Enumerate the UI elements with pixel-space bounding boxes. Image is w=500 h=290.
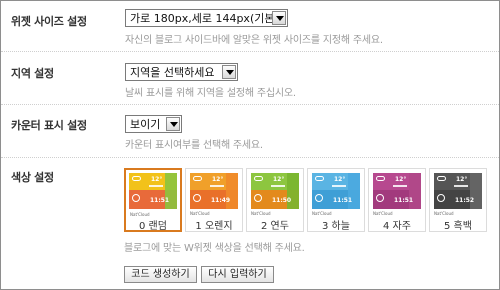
preview-line — [210, 185, 224, 187]
region-row: 지역 설정 지역을 선택하세요 날씨 표시를 위해 지역을 설정해 주십시오. — [1, 52, 499, 105]
preview-temperature: 12° — [456, 176, 468, 183]
region-help: 날씨 표시를 위해 지역을 설정해 주십시오. — [125, 88, 296, 99]
cloud-icon — [376, 176, 385, 181]
preview-line — [332, 185, 346, 187]
color-theme-option[interactable]: 12° 11:49 Nat'Cloud 1 오렌지 — [185, 168, 243, 232]
preview-temperature: 12° — [151, 176, 163, 183]
color-theme-label: 2 연두 — [261, 221, 289, 232]
widget-preview-thumbnail: 12° 11:51 — [129, 173, 177, 209]
clock-icon — [193, 194, 201, 202]
preview-brand: Nat'Cloud — [373, 211, 393, 216]
color-theme-option[interactable]: 12° 11:50 Nat'Cloud 2 연두 — [246, 168, 304, 232]
widget-preview-thumbnail: 12° 11:51 — [373, 173, 421, 209]
region-label: 지역 설정 — [11, 67, 54, 80]
preview-time: 11:49 — [211, 197, 231, 204]
cloud-icon — [132, 176, 141, 181]
widget-preview-thumbnail: 12° 11:51 — [312, 173, 360, 209]
preview-line — [149, 185, 163, 187]
preview-line — [393, 185, 407, 187]
preview-time: 11:50 — [272, 197, 292, 204]
clock-icon — [315, 194, 323, 202]
preview-temperature: 12° — [212, 176, 224, 183]
color-theme-option[interactable]: 12° 11:52 Nat'Cloud 5 흑백 — [429, 168, 487, 232]
cloud-icon — [193, 176, 202, 181]
region-select[interactable]: 지역을 선택하세요 — [125, 63, 238, 81]
widget-preview-thumbnail: 12° 11:49 — [190, 173, 238, 209]
widget-size-select-value: 가로 180px,세로 144px(기본) — [130, 12, 279, 25]
preview-time: 11:52 — [455, 197, 475, 204]
counter-label: 카운터 표시 설정 — [11, 119, 87, 132]
color-label: 색상 설정 — [11, 171, 54, 184]
color-theme-label: 3 하늘 — [322, 221, 350, 232]
preview-brand: Nat'Cloud — [312, 211, 332, 216]
color-theme-label: 1 오렌지 — [195, 221, 233, 232]
preview-brand: Nat'Cloud — [190, 211, 210, 216]
counter-select[interactable]: 보이기 — [125, 115, 182, 133]
color-theme-option[interactable]: 12° 11:51 Nat'Cloud 0 랜덤 — [124, 168, 182, 232]
preview-time: 11:51 — [150, 197, 170, 204]
counter-row: 카운터 표시 설정 보이기 카운터 표시여부를 선택해 주세요. — [1, 105, 499, 158]
color-theme-option[interactable]: 12° 11:51 Nat'Cloud 4 자주 — [368, 168, 426, 232]
region-select-value: 지역을 선택하세요 — [130, 66, 215, 79]
color-theme-label: 5 흑백 — [444, 221, 472, 232]
preview-brand: Nat'Cloud — [251, 211, 271, 216]
preview-time: 11:51 — [394, 197, 414, 204]
counter-select-value: 보이기 — [130, 118, 161, 131]
widget-preview-thumbnail: 12° 11:52 — [434, 173, 482, 209]
clock-icon — [132, 194, 140, 202]
widget-size-label: 위젯 사이즈 설정 — [11, 15, 87, 28]
clock-icon — [437, 194, 445, 202]
widget-size-select[interactable]: 가로 180px,세로 144px(기본) — [125, 9, 288, 27]
cloud-icon — [254, 176, 263, 181]
preview-temperature: 12° — [334, 176, 346, 183]
color-help: 블로그에 맞는 W위젯 색상을 선택해 주세요. — [124, 243, 305, 254]
widget-size-help: 자신의 블로그 사이드바에 알맞은 위젯 사이즈를 지정해 주세요. — [125, 35, 383, 46]
reset-button[interactable]: 다시 입력하기 — [201, 266, 274, 283]
clock-icon — [254, 194, 262, 202]
widget-preview-thumbnail: 12° 11:50 — [251, 173, 299, 209]
color-theme-option[interactable]: 12° 11:51 Nat'Cloud 3 하늘 — [307, 168, 365, 232]
preview-temperature: 12° — [273, 176, 285, 183]
chevron-down-icon[interactable] — [222, 65, 236, 79]
cloud-icon — [315, 176, 324, 181]
widget-size-row: 위젯 사이즈 설정 가로 180px,세로 144px(기본) 자신의 블로그 … — [1, 1, 499, 52]
preview-line — [271, 185, 285, 187]
clock-icon — [376, 194, 384, 202]
chevron-down-icon[interactable] — [166, 117, 180, 131]
counter-help: 카운터 표시여부를 선택해 주세요. — [125, 140, 263, 151]
preview-brand: Nat'Cloud — [434, 211, 454, 216]
cloud-icon — [437, 176, 446, 181]
chevron-down-icon[interactable] — [272, 11, 286, 25]
preview-line — [454, 185, 468, 187]
preview-time: 11:51 — [333, 197, 353, 204]
color-theme-label: 4 자주 — [383, 221, 411, 232]
color-theme-label: 0 랜덤 — [139, 221, 167, 232]
preview-temperature: 12° — [395, 176, 407, 183]
generate-code-button[interactable]: 코드 생성하기 — [124, 266, 197, 283]
